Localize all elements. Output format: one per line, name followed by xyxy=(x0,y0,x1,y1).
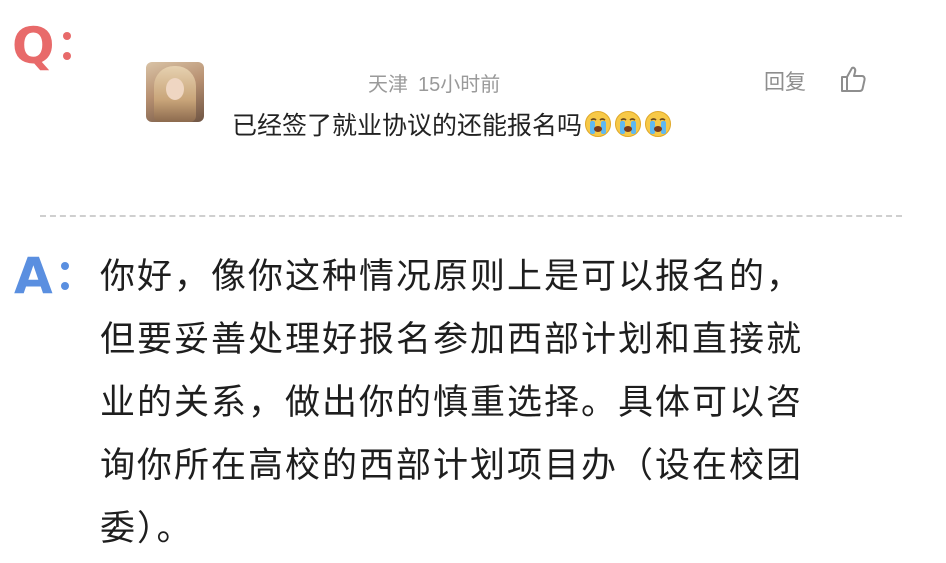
answer-line: 委）。 xyxy=(100,509,194,549)
crying-face-emoji xyxy=(585,111,612,137)
comment-text: 已经签了就业协议的还能报名吗 xyxy=(232,106,672,142)
avatar[interactable] xyxy=(146,62,204,122)
answer-text: 你好，像你这种情况原则上是可以报名的， 但要妥善处理好报名参加西部计划和直接就 … xyxy=(100,246,936,561)
question-marker-letter: Q xyxy=(12,17,55,75)
dashed-divider xyxy=(40,215,902,217)
comment-body: 已经签了就业协议的还能报名吗 xyxy=(232,111,583,140)
qa-card: Q 天津 15小时前 回复 已经签了就业协议的还能报名吗 A 你好，像你这种情况… xyxy=(0,0,946,563)
answer-line: 询你所在高校的西部计划项目办（设在校团 xyxy=(100,446,804,486)
crying-face-emoji xyxy=(645,111,672,137)
comment-time: 15小时前 xyxy=(418,74,501,96)
answer-marker-letter: A xyxy=(14,247,53,305)
reply-button[interactable]: 回复 xyxy=(764,66,806,96)
question-marker-colon xyxy=(62,32,71,60)
answer-line: 你好，像你这种情况原则上是可以报名的， xyxy=(100,257,804,297)
comment-meta: 天津 15小时前 xyxy=(368,68,500,97)
question-marker: Q xyxy=(12,18,71,74)
answer-marker-colon xyxy=(60,262,69,290)
answer-line: 业的关系，做出你的慎重选择。具体可以咨 xyxy=(100,383,804,423)
answer-marker: A xyxy=(14,248,69,304)
comment-location: 天津 xyxy=(368,74,408,96)
thumbs-up-icon[interactable] xyxy=(838,64,868,94)
crying-face-emoji xyxy=(615,111,642,137)
answer-line: 但要妥善处理好报名参加西部计划和直接就 xyxy=(100,320,804,360)
